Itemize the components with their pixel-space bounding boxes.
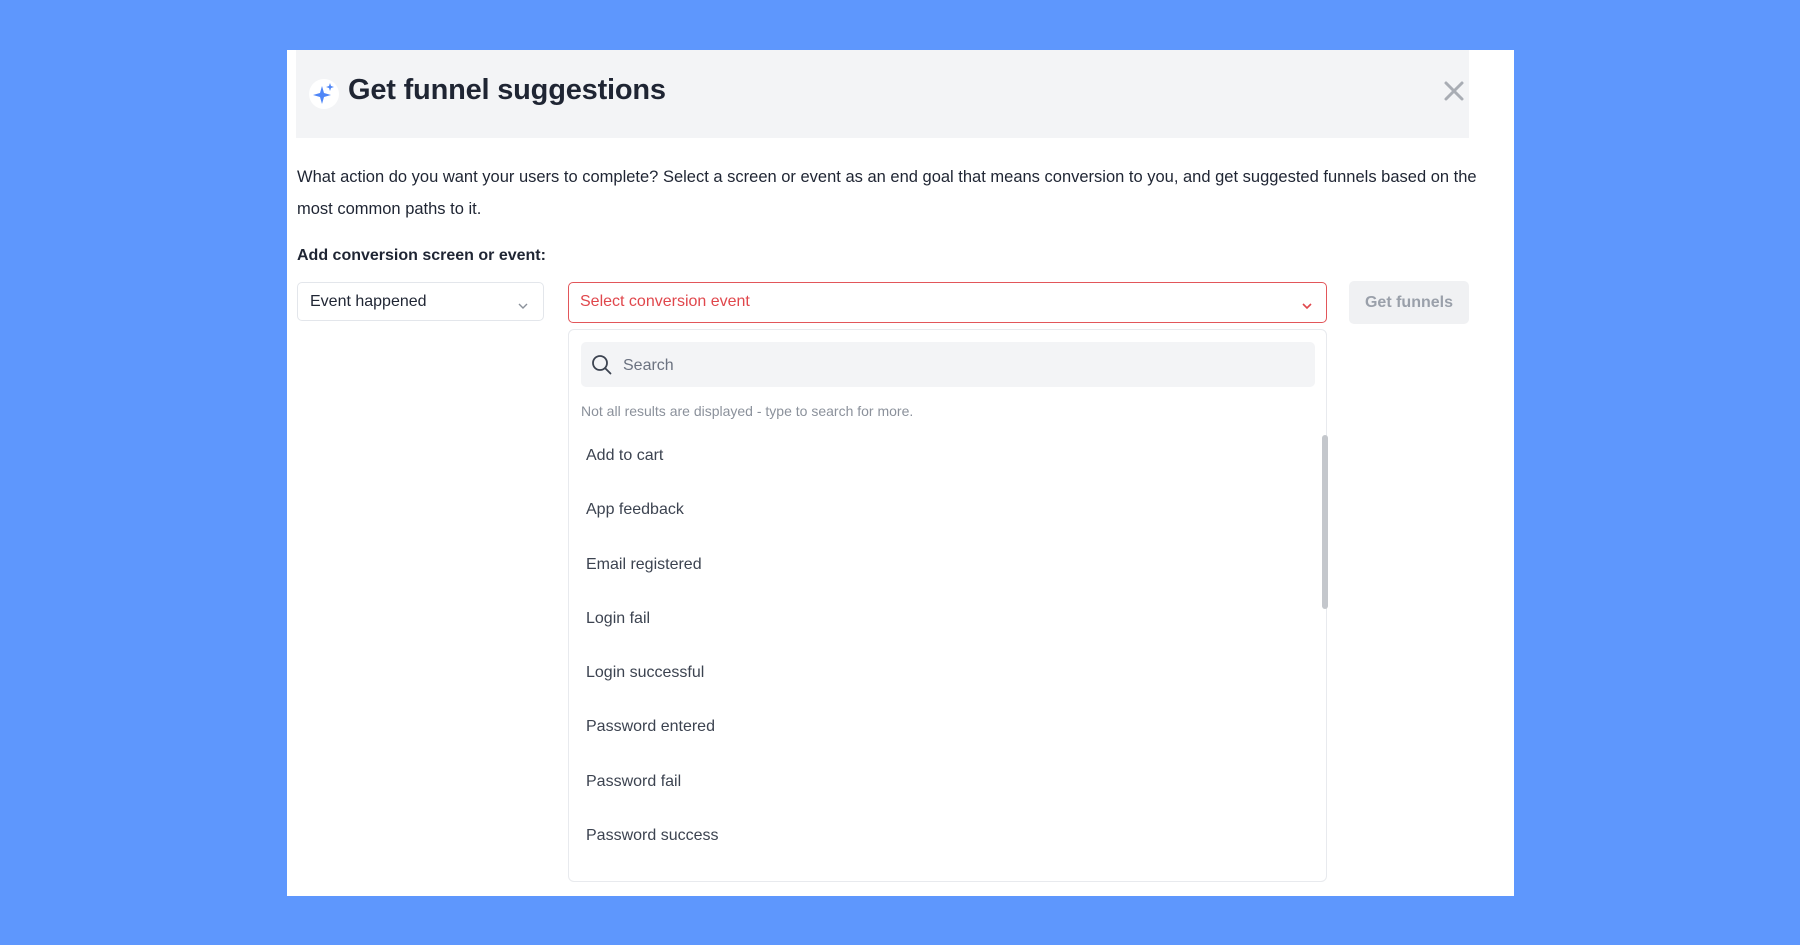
list-item[interactable]: App feedback	[569, 483, 1309, 537]
get-funnels-button[interactable]: Get funnels	[1349, 281, 1469, 324]
conversion-event-placeholder: Select conversion event	[580, 293, 750, 310]
dropdown-scrollbar[interactable]	[1322, 435, 1328, 609]
sparkle-icon	[309, 79, 339, 109]
list-item[interactable]: Password success	[569, 809, 1309, 863]
chevron-down-icon	[1301, 297, 1313, 315]
conversion-event-dropdown: Not all results are displayed - type to …	[568, 329, 1327, 882]
search-icon	[592, 355, 612, 375]
modal-header: Get funnel suggestions	[296, 50, 1469, 138]
list-item[interactable]: Add to cart	[569, 429, 1309, 483]
event-list: Add to cart App feedback Email registere…	[569, 429, 1309, 863]
modal-title: Get funnel suggestions	[348, 74, 666, 106]
list-item[interactable]: Password fail	[569, 755, 1309, 809]
event-type-select[interactable]: Event happened	[297, 282, 544, 321]
list-item[interactable]: Email registered	[569, 538, 1309, 592]
search-input[interactable]	[621, 342, 1305, 389]
search-box	[581, 342, 1315, 389]
close-icon[interactable]	[1441, 78, 1467, 104]
conversion-event-select[interactable]: Select conversion event	[568, 282, 1327, 323]
chevron-down-icon	[517, 297, 529, 315]
list-item[interactable]: Password entered	[569, 700, 1309, 754]
event-type-value: Event happened	[310, 293, 427, 310]
list-item[interactable]: Login fail	[569, 592, 1309, 646]
conversion-label: Add conversion screen or event:	[297, 247, 546, 264]
results-hint: Not all results are displayed - type to …	[581, 403, 914, 419]
funnel-suggestions-modal: Get funnel suggestions What action do yo…	[287, 50, 1514, 896]
modal-description: What action do you want your users to co…	[297, 168, 1477, 218]
list-item[interactable]: Login successful	[569, 646, 1309, 700]
